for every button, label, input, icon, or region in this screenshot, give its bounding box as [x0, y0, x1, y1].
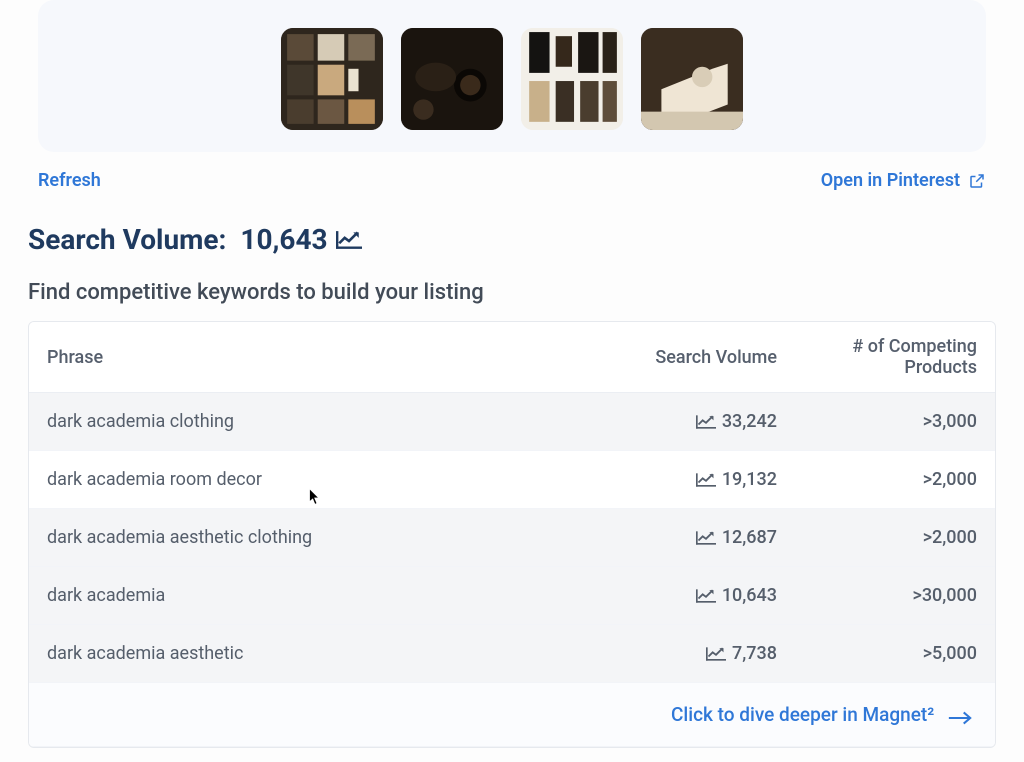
clothes-grid-icon — [281, 28, 383, 130]
thumbnail-3[interactable] — [521, 28, 623, 130]
external-link-icon — [968, 172, 986, 190]
volume-val: 19,132 — [722, 469, 777, 490]
search-volume-label: Search Volume: — [28, 223, 226, 256]
trend-icon — [696, 472, 716, 488]
refresh-label: Refresh — [38, 170, 101, 191]
volume-cell: 10,643 — [555, 567, 795, 625]
col-header-volume: Search Volume — [555, 322, 795, 393]
phrase-cell: dark academia — [29, 567, 555, 625]
volume-cell: 12,687 — [555, 509, 795, 567]
phrase-cell: dark academia aesthetic — [29, 625, 555, 683]
competing-cell: >2,000 — [795, 509, 995, 567]
thumbnail-strip — [38, 0, 986, 152]
trend-icon — [696, 530, 716, 546]
phrase-cell: dark academia room decor — [29, 451, 555, 509]
keywords-table: Phrase Search Volume # of Competing Prod… — [28, 321, 996, 748]
competing-cell: >2,000 — [795, 451, 995, 509]
table-row[interactable]: dark academia aesthetic 7,738 >5,000 — [29, 625, 995, 683]
volume-cell: 33,242 — [555, 393, 795, 451]
cta-label: Click to dive deeper in Magnet² — [671, 703, 934, 726]
volume-val: 33,242 — [722, 411, 777, 432]
volume-val: 7,738 — [732, 643, 777, 664]
trend-icon — [336, 229, 362, 251]
col-header-phrase: Phrase — [29, 322, 555, 393]
competing-cell: >5,000 — [795, 625, 995, 683]
thumbnail-4[interactable] — [641, 28, 743, 130]
competing-cell: >3,000 — [795, 393, 995, 451]
outfits-grid-icon — [521, 28, 623, 130]
volume-val: 10,643 — [722, 585, 777, 606]
open-pinterest-label: Open in Pinterest — [821, 170, 960, 191]
sweater-fashion-icon — [641, 28, 743, 130]
cta-row[interactable]: Click to dive deeper in Magnet² — [29, 683, 995, 747]
trend-icon — [696, 414, 716, 430]
table-header-row: Phrase Search Volume # of Competing Prod… — [29, 322, 995, 393]
volume-cell: 7,738 — [555, 625, 795, 683]
col-header-competing: # of Competing Products — [795, 322, 995, 393]
refresh-link[interactable]: Refresh — [38, 170, 101, 191]
coffee-moody-icon — [401, 28, 503, 130]
link-row: Refresh Open in Pinterest — [0, 152, 1024, 201]
arrow-right-icon — [947, 708, 973, 724]
phrase-cell: dark academia aesthetic clothing — [29, 509, 555, 567]
table-row[interactable]: dark academia room decor 19,132 >2,000 — [29, 451, 995, 509]
table-row[interactable]: dark academia 10,643 >30,000 — [29, 567, 995, 625]
thumbnail-2[interactable] — [401, 28, 503, 130]
volume-cell: 19,132 — [555, 451, 795, 509]
search-volume-value: 10,643 — [240, 223, 327, 256]
subheading: Find competitive keywords to build your … — [0, 256, 1024, 321]
competing-cell: >30,000 — [795, 567, 995, 625]
phrase-cell: dark academia clothing — [29, 393, 555, 451]
open-pinterest-link[interactable]: Open in Pinterest — [821, 170, 986, 191]
table-row[interactable]: dark academia clothing 33,242 >3,000 — [29, 393, 995, 451]
thumbnail-1[interactable] — [281, 28, 383, 130]
volume-val: 12,687 — [722, 527, 777, 548]
search-volume-heading: Search Volume: 10,643 — [0, 201, 1024, 256]
trend-icon — [696, 588, 716, 604]
table-row[interactable]: dark academia aesthetic clothing 12,687 … — [29, 509, 995, 567]
trend-icon — [706, 646, 726, 662]
